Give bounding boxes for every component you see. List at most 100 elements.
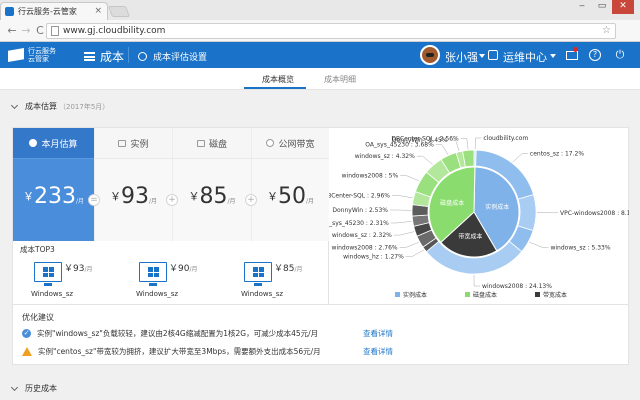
maximize-icon[interactable]: ▭: [592, 0, 612, 14]
suggestion-text: 实例"windows_sz"负载较轻，建议由2核4G缩减配置为1核2G，可减少成…: [37, 329, 319, 338]
suggestion-detail-link[interactable]: 查看详情: [363, 328, 393, 339]
globe-icon: [266, 139, 275, 147]
cost-breakdown-chart: 实例成本 带宽成本 磁盘成本 cloudbility.com centos_sz : 1…: [329, 127, 629, 305]
bandwidth-label: 公网带宽: [278, 139, 315, 150]
main-menu-button[interactable]: 成本: [84, 48, 124, 65]
label-leader-line: [399, 242, 419, 248]
help-icon[interactable]: ?: [589, 49, 601, 61]
label-leader-line: [435, 144, 449, 155]
legend-label[interactable]: 实例成本: [403, 291, 427, 299]
active-tab-indicator: [244, 87, 306, 89]
avatar[interactable]: [420, 45, 440, 65]
label-leader-line: [391, 195, 413, 199]
outer-slice-label: DonnyWin : 2.53%: [332, 207, 388, 214]
legend-swatch[interactable]: [395, 292, 400, 297]
mail-icon[interactable]: [566, 51, 578, 60]
favicon-icon: [5, 7, 14, 16]
estimate-title: 成本估算: [25, 102, 57, 111]
dollar-icon: [29, 139, 38, 147]
url-input[interactable]: www.gj.cloudbility.com ☆: [46, 23, 616, 39]
outer-slice[interactable]: [517, 194, 537, 232]
logo[interactable]: 行云服务 云管家: [8, 46, 70, 64]
header-divider: [128, 47, 129, 63]
label-leader-line: [460, 138, 469, 150]
user-chevron-down-icon[interactable]: [479, 54, 485, 58]
chevron-down-icon: [10, 101, 19, 109]
legend-label[interactable]: 磁盘成本: [473, 291, 497, 299]
equals-sign: =: [88, 194, 100, 206]
legend-label[interactable]: 带宽成本: [543, 291, 567, 299]
legend-swatch[interactable]: [535, 292, 540, 297]
server-icon: [244, 262, 272, 286]
history-section-header[interactable]: 历史成本: [10, 383, 57, 394]
outer-slice-label: windows_sz : 5.33%: [550, 244, 610, 251]
outer-slice-label: cloudbility.com: [483, 135, 528, 142]
estimate-column-instance: 实例 ￥93/月: [94, 128, 172, 241]
top3-item[interactable]: ￥93/月 Windows_sz: [31, 261, 111, 301]
disk-value: ￥85/月: [188, 184, 236, 209]
window-close-icon[interactable]: ✕: [612, 0, 634, 14]
settings-label: 成本评估设置: [153, 53, 208, 63]
page-icon: [51, 26, 59, 36]
disk-label: 磁盘: [208, 139, 227, 150]
outer-slice-label: windows2008 : 24.13%: [482, 283, 552, 290]
outer-slice-label: centos_sz : 17.2%: [530, 151, 584, 158]
suggestion-item: ✓ 实例"windows_sz"负载较轻，建议由2核4G缩减配置为1核2G，可减…: [22, 328, 318, 339]
logo-line2: 云管家: [28, 55, 49, 63]
address-bar: ← → C www.gj.cloudbility.com ☆: [0, 20, 640, 55]
outer-slice-label: windows2008 : 5%: [342, 172, 399, 179]
bookmark-star-icon[interactable]: ☆: [602, 24, 611, 38]
url-text: www.gj.cloudbility.com: [63, 26, 166, 36]
warning-icon: [22, 347, 32, 356]
top3-name: Windows_sz: [241, 290, 284, 298]
ops-chevron-down-icon[interactable]: [550, 54, 556, 58]
top3-name: Windows_sz: [31, 290, 74, 298]
top3-item[interactable]: ￥90/月 Windows_sz: [136, 261, 216, 301]
minimize-icon[interactable]: ‒: [572, 0, 592, 14]
power-icon[interactable]: ⏻: [614, 49, 626, 61]
suggestion-detail-link[interactable]: 查看详情: [363, 346, 393, 357]
cost-settings-link[interactable]: 成本评估设置: [138, 50, 207, 63]
inner-slice-label: 磁盘成本: [440, 199, 464, 207]
tab-cost-overview[interactable]: 成本概览: [262, 74, 294, 85]
instance-label: 实例: [130, 139, 149, 150]
outer-slice-label: DBCenter-SQL : 2.96%: [329, 192, 390, 199]
legend-swatch[interactable]: [465, 292, 470, 297]
server-icon: [34, 262, 62, 286]
bandwidth-value: ￥50/月: [266, 184, 315, 209]
label-leader-line: [393, 231, 415, 236]
estimate-section-header[interactable]: 成本估算 （2017年5月）: [10, 101, 110, 112]
ops-center-menu[interactable]: 运维中心: [503, 49, 547, 65]
label-leader-line: [390, 221, 412, 224]
label-leader-line: [416, 155, 433, 165]
server-icon: [139, 262, 167, 286]
browser-tab[interactable]: 行云服务-云管家 ×: [0, 2, 108, 20]
label-leader-line: [405, 249, 424, 257]
menu-label: 成本: [100, 50, 125, 64]
user-name[interactable]: 张小强: [445, 49, 478, 65]
instance-icon: [118, 139, 127, 147]
sub-navigation: 成本概览 成本明细: [0, 68, 640, 90]
estimate-column-bandwidth: 公网带宽 ￥50/月: [251, 128, 329, 241]
ops-center-icon: [488, 50, 498, 60]
tab-close-icon[interactable]: ×: [94, 6, 102, 16]
label-leader-line: [529, 241, 549, 248]
tab-cost-details[interactable]: 成本明细: [324, 74, 356, 85]
new-tab-button[interactable]: [107, 6, 131, 17]
estimate-period: （2017年5月）: [59, 102, 110, 111]
optimization-panel: 优化建议 ✓ 实例"windows_sz"负载较轻，建议由2核4G缩减配置为1核…: [12, 305, 629, 365]
app-header: 行云服务 云管家 成本 成本评估设置 张小强 运维中心 ? ⏻: [0, 42, 640, 68]
top3-item[interactable]: ￥85/月 Windows_sz: [241, 261, 321, 301]
plus-sign: +: [166, 194, 178, 206]
inner-slice-label: 实例成本: [485, 203, 509, 211]
total-label: 本月估算: [41, 139, 78, 150]
disk-icon: [196, 139, 205, 147]
suggestions-title: 优化建议: [22, 313, 54, 322]
history-title: 历史成本: [25, 384, 57, 393]
browser-tabbar: 行云服务-云管家 × ‒ ▭ ✕: [0, 0, 640, 20]
estimate-column-disk: 磁盘 ￥85/月: [172, 128, 251, 241]
label-leader-line: [400, 175, 420, 182]
outer-slice-label: windows_sz : 2.32%: [332, 232, 392, 239]
estimate-column-total: 本月估算 ￥233/月: [13, 128, 94, 241]
outer-slice-label: windows2008 : 2.76%: [332, 245, 398, 252]
